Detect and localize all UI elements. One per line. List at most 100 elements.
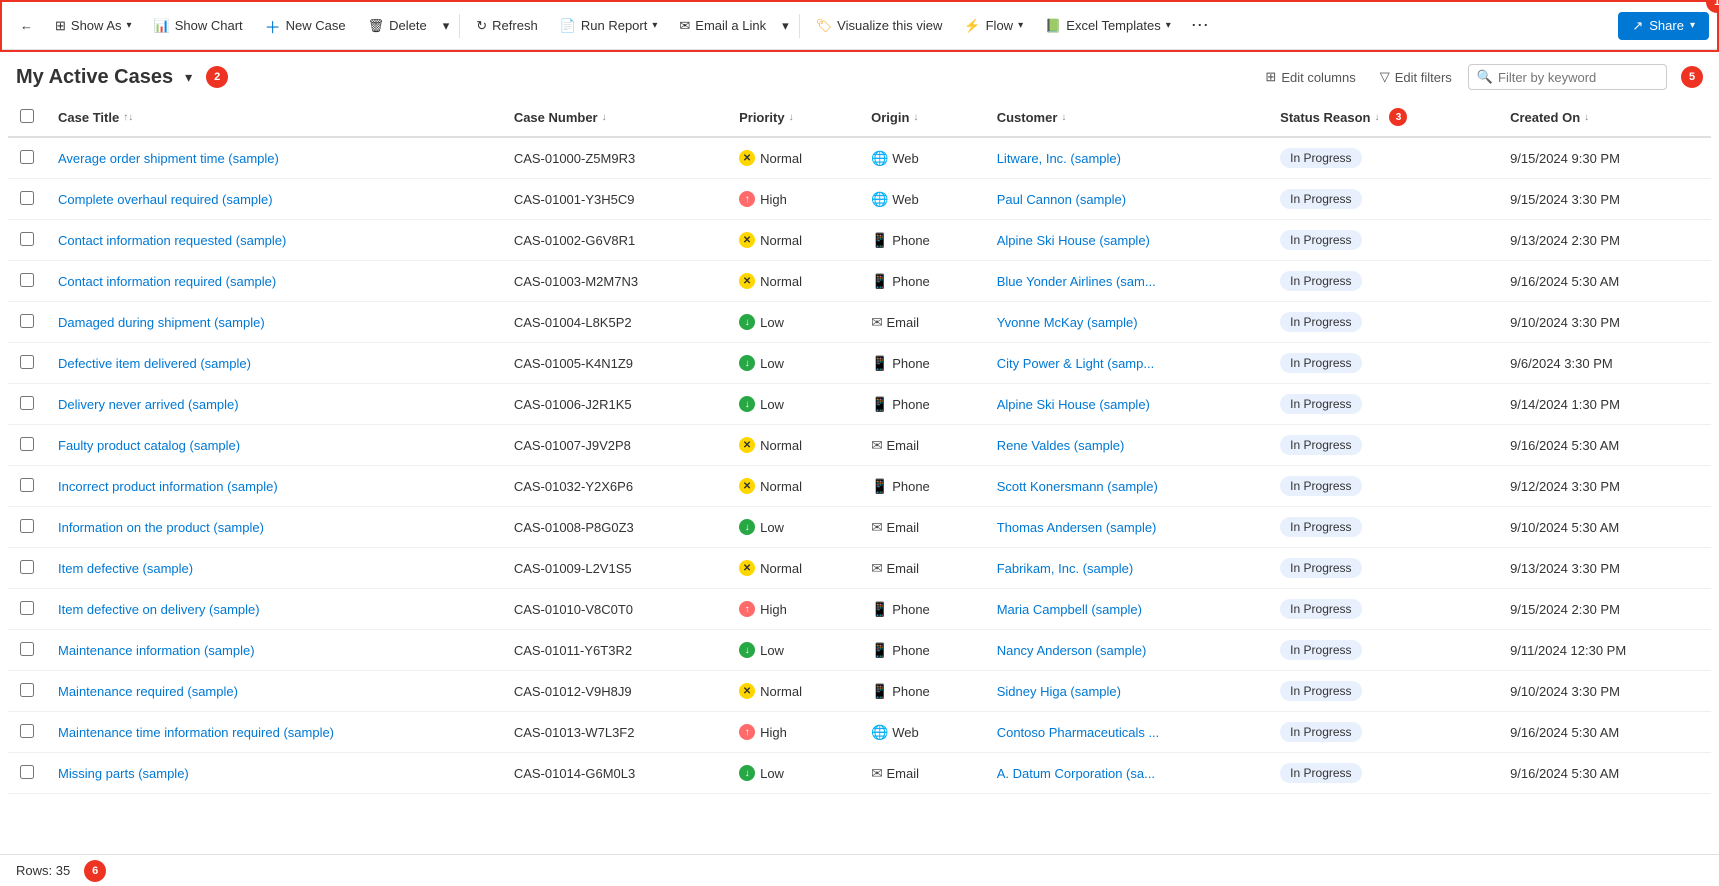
origin-icon: 📱 bbox=[871, 478, 888, 494]
case-title-cell: Maintenance information (sample) bbox=[46, 630, 502, 671]
page-title-chevron[interactable]: ▾ bbox=[185, 69, 192, 86]
row-checkbox-cell bbox=[8, 671, 46, 712]
row-checkbox[interactable] bbox=[20, 355, 34, 369]
row-checkbox[interactable] bbox=[20, 683, 34, 697]
case-title-link[interactable]: Maintenance information (sample) bbox=[58, 643, 255, 658]
excel-templates-button[interactable]: 📗 Excel Templates ▾ bbox=[1035, 13, 1181, 39]
case-title-link[interactable]: Maintenance time information required (s… bbox=[58, 725, 334, 740]
delete-dropdown-button[interactable]: ▾ bbox=[439, 13, 454, 39]
case-title-link[interactable]: Average order shipment time (sample) bbox=[58, 151, 279, 166]
filter-input[interactable] bbox=[1498, 70, 1658, 85]
priority-badge: ✕ Normal bbox=[739, 437, 847, 453]
email-link-dropdown-button[interactable]: ▾ bbox=[778, 13, 793, 39]
case-title-link[interactable]: Item defective on delivery (sample) bbox=[58, 602, 260, 617]
customer-link[interactable]: Yvonne McKay (sample) bbox=[997, 315, 1138, 330]
customer-link[interactable]: Thomas Andersen (sample) bbox=[997, 520, 1157, 535]
row-checkbox[interactable] bbox=[20, 232, 34, 246]
col-header-case-title[interactable]: Case Title ↑↓ bbox=[46, 98, 502, 137]
customer-link[interactable]: Alpine Ski House (sample) bbox=[997, 233, 1150, 248]
show-chart-button[interactable]: 📊 Show Chart bbox=[144, 13, 253, 39]
col-header-case-number[interactable]: Case Number ↓ bbox=[502, 98, 727, 137]
sort-customer-icon: ↓ bbox=[1061, 112, 1066, 123]
customer-link[interactable]: Scott Konersmann (sample) bbox=[997, 479, 1158, 494]
row-checkbox[interactable] bbox=[20, 765, 34, 779]
customer-link[interactable]: Nancy Anderson (sample) bbox=[997, 643, 1147, 658]
case-title-link[interactable]: Contact information required (sample) bbox=[58, 274, 276, 289]
delete-button[interactable]: 🗑 Delete bbox=[358, 13, 437, 39]
row-checkbox[interactable] bbox=[20, 642, 34, 656]
case-title-link[interactable]: Defective item delivered (sample) bbox=[58, 356, 251, 371]
origin-label: Web bbox=[892, 192, 919, 207]
created-on-cell: 9/13/2024 3:30 PM bbox=[1498, 548, 1711, 589]
new-case-button[interactable]: ＋ New Case bbox=[255, 9, 356, 43]
case-number-cell: CAS-01008-P8G0Z3 bbox=[502, 507, 727, 548]
col-header-origin[interactable]: Origin ↓ bbox=[859, 98, 985, 137]
col-header-created-on[interactable]: Created On ↓ 4 bbox=[1498, 98, 1711, 137]
row-checkbox[interactable] bbox=[20, 560, 34, 574]
case-title-link[interactable]: Contact information requested (sample) bbox=[58, 233, 286, 248]
edit-filters-button[interactable]: ▽ Edit filters bbox=[1372, 65, 1460, 89]
case-title-link[interactable]: Complete overhaul required (sample) bbox=[58, 192, 273, 207]
created-on-cell: 9/16/2024 5:30 AM bbox=[1498, 753, 1711, 794]
status-cell: In Progress bbox=[1268, 261, 1498, 302]
row-checkbox[interactable] bbox=[20, 273, 34, 287]
edit-filters-label: Edit filters bbox=[1395, 70, 1452, 85]
status-badge: In Progress bbox=[1280, 640, 1361, 660]
case-title-link[interactable]: Maintenance required (sample) bbox=[58, 684, 238, 699]
customer-link[interactable]: Rene Valdes (sample) bbox=[997, 438, 1125, 453]
flow-button[interactable]: ⚡ Flow ▾ bbox=[954, 13, 1033, 39]
case-title-link[interactable]: Delivery never arrived (sample) bbox=[58, 397, 239, 412]
col-header-customer[interactable]: Customer ↓ bbox=[985, 98, 1268, 137]
customer-link[interactable]: City Power & Light (samp... bbox=[997, 356, 1155, 371]
row-checkbox[interactable] bbox=[20, 519, 34, 533]
flow-label: Flow bbox=[986, 18, 1013, 33]
created-on-cell: 9/15/2024 3:30 PM bbox=[1498, 179, 1711, 220]
priority-label: Normal bbox=[760, 151, 802, 166]
share-button[interactable]: ↗ Share ▾ bbox=[1618, 12, 1709, 40]
more-options-button[interactable]: ⋯ bbox=[1183, 10, 1217, 41]
origin-label: Phone bbox=[892, 643, 930, 658]
row-checkbox[interactable] bbox=[20, 191, 34, 205]
row-checkbox[interactable] bbox=[20, 601, 34, 615]
refresh-button[interactable]: ↻ Refresh bbox=[466, 13, 547, 39]
case-title-link[interactable]: Information on the product (sample) bbox=[58, 520, 264, 535]
origin-icon: 🌐 bbox=[871, 724, 888, 740]
visualize-button[interactable]: 🏷 Visualize this view bbox=[806, 13, 953, 39]
customer-link[interactable]: Litware, Inc. (sample) bbox=[997, 151, 1121, 166]
case-title-link[interactable]: Item defective (sample) bbox=[58, 561, 193, 576]
run-report-button[interactable]: 📄 Run Report ▾ bbox=[550, 13, 668, 39]
customer-link[interactable]: Sidney Higa (sample) bbox=[997, 684, 1121, 699]
edit-columns-button[interactable]: ⊞ Edit columns bbox=[1257, 65, 1363, 89]
customer-link[interactable]: Fabrikam, Inc. (sample) bbox=[997, 561, 1134, 576]
customer-link[interactable]: Paul Cannon (sample) bbox=[997, 192, 1126, 207]
row-checkbox[interactable] bbox=[20, 724, 34, 738]
col-header-priority[interactable]: Priority ↓ bbox=[727, 98, 859, 137]
case-title-link[interactable]: Faulty product catalog (sample) bbox=[58, 438, 240, 453]
customer-link[interactable]: Blue Yonder Airlines (sam... bbox=[997, 274, 1156, 289]
case-title-link[interactable]: Incorrect product information (sample) bbox=[58, 479, 278, 494]
row-checkbox[interactable] bbox=[20, 150, 34, 164]
page-title: My Active Cases bbox=[16, 66, 173, 89]
customer-link[interactable]: Alpine Ski House (sample) bbox=[997, 397, 1150, 412]
status-cell: In Progress bbox=[1268, 220, 1498, 261]
sort-created-icon: ↓ bbox=[1584, 112, 1589, 123]
row-checkbox[interactable] bbox=[20, 437, 34, 451]
customer-link[interactable]: A. Datum Corporation (sa... bbox=[997, 766, 1155, 781]
row-checkbox[interactable] bbox=[20, 478, 34, 492]
row-checkbox[interactable] bbox=[20, 314, 34, 328]
case-number-cell: CAS-01005-K4N1Z9 bbox=[502, 343, 727, 384]
customer-link[interactable]: Maria Campbell (sample) bbox=[997, 602, 1142, 617]
status-badge: In Progress bbox=[1280, 189, 1361, 209]
case-title-link[interactable]: Damaged during shipment (sample) bbox=[58, 315, 265, 330]
origin-label: Email bbox=[886, 315, 919, 330]
select-all-checkbox[interactable] bbox=[20, 109, 34, 123]
created-on-value: 9/16/2024 5:30 AM bbox=[1510, 725, 1619, 740]
case-title-link[interactable]: Missing parts (sample) bbox=[58, 766, 189, 781]
row-checkbox[interactable] bbox=[20, 396, 34, 410]
back-button[interactable]: ← bbox=[10, 13, 43, 38]
col-header-status-reason[interactable]: Status Reason ↓ 3 bbox=[1268, 98, 1498, 137]
email-link-button[interactable]: ✉ Email a Link bbox=[669, 13, 776, 39]
case-number-cell: CAS-01011-Y6T3R2 bbox=[502, 630, 727, 671]
show-as-button[interactable]: ⊞ Show As ▾ bbox=[45, 13, 142, 39]
customer-link[interactable]: Contoso Pharmaceuticals ... bbox=[997, 725, 1160, 740]
